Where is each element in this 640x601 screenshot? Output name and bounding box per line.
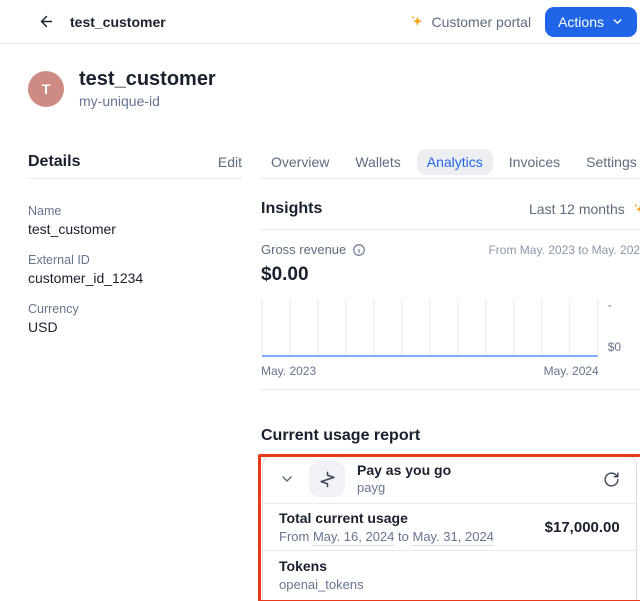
tab-analytics[interactable]: Analytics: [417, 149, 493, 175]
period-prefix: From: [279, 529, 309, 544]
edit-details-button[interactable]: Edit: [218, 154, 242, 170]
usage-item-row: Tokens openai_tokens: [263, 551, 636, 593]
chevron-down-icon: [611, 15, 624, 28]
field-label: External ID: [28, 252, 242, 268]
customer-portal-link[interactable]: Customer portal: [409, 14, 531, 30]
tab-invoices[interactable]: Invoices: [499, 149, 570, 175]
usage-report-card: Pay as you go payg Total cu: [262, 454, 637, 601]
refresh-icon: [603, 471, 620, 488]
pulse-icon: [319, 471, 336, 488]
chart-plot-area: [261, 298, 599, 358]
plan-code: payg: [357, 480, 451, 496]
usage-item-code: openai_tokens: [279, 577, 620, 593]
period-end-date[interactable]: May. 31, 2024: [412, 529, 493, 546]
chart-divider: [261, 389, 640, 390]
tabs-divider: [261, 178, 640, 179]
plan-icon-box: [309, 461, 345, 497]
period-joiner: to: [398, 529, 409, 544]
gross-revenue-chart: - $0: [261, 298, 640, 358]
detail-field-external-id: External ID customer_id_1234: [28, 252, 242, 287]
total-usage-label: Total current usage: [279, 510, 494, 527]
insights-divider: [261, 229, 640, 230]
page-title: test_customer: [70, 14, 166, 30]
tab-wallets[interactable]: Wallets: [345, 149, 410, 175]
chevron-down-icon: [279, 471, 295, 487]
customer-name: test_customer: [79, 68, 216, 90]
sparkle-icon: [409, 14, 424, 29]
actions-button-label: Actions: [558, 14, 604, 30]
sparkle-icon: [632, 202, 640, 217]
arrow-left-icon: [38, 13, 55, 30]
field-value: USD: [28, 319, 242, 336]
tab-overview[interactable]: Overview: [261, 149, 339, 175]
details-heading: Details: [28, 153, 80, 171]
x-axis-end-label: May. 2024: [544, 364, 599, 378]
customer-profile: T test_customer my-unique-id: [28, 68, 640, 110]
tab-settings[interactable]: Settings: [576, 149, 640, 175]
details-divider: [28, 178, 242, 179]
usage-report-heading: Current usage report: [261, 426, 640, 446]
tab-bar: Overview Wallets Analytics Invoices Sett…: [261, 148, 640, 176]
customer-portal-label: Customer portal: [431, 14, 531, 30]
avatar: T: [28, 71, 64, 107]
period-label: Last 12 months: [529, 201, 625, 217]
period-start-date[interactable]: May. 16, 2024: [313, 529, 394, 546]
insights-heading: Insights: [261, 200, 322, 218]
period-selector[interactable]: Last 12 months: [529, 201, 640, 217]
customer-external-id: my-unique-id: [79, 92, 216, 110]
refresh-button[interactable]: [602, 469, 622, 489]
y-axis-top-label: -: [608, 298, 640, 312]
chart-date-range: From May. 2023 to May. 2024: [488, 243, 640, 257]
field-label: Name: [28, 203, 242, 219]
collapse-toggle[interactable]: [277, 469, 297, 489]
field-value: customer_id_1234: [28, 270, 242, 287]
field-label: Currency: [28, 301, 242, 317]
actions-button[interactable]: Actions: [545, 7, 637, 37]
y-axis-bottom-label: $0: [608, 340, 640, 354]
main-panel: Overview Wallets Analytics Invoices Sett…: [261, 148, 640, 601]
usage-item-name: Tokens: [279, 558, 620, 575]
top-bar: test_customer Customer portal Actions: [0, 0, 640, 44]
gross-revenue-label: Gross revenue: [261, 242, 346, 257]
info-icon[interactable]: [352, 243, 366, 257]
gross-revenue-value: $0.00: [261, 263, 640, 287]
details-panel: Details Edit Name test_customer External…: [28, 148, 242, 601]
total-usage-period: From May. 16, 2024 to May. 31, 2024: [279, 529, 494, 545]
plan-name: Pay as you go: [357, 462, 451, 479]
back-button[interactable]: [36, 12, 56, 32]
detail-field-name: Name test_customer: [28, 203, 242, 238]
total-usage-value: $17,000.00: [545, 519, 620, 536]
field-value: test_customer: [28, 221, 242, 238]
detail-field-currency: Currency USD: [28, 301, 242, 336]
x-axis-start-label: May. 2023: [261, 364, 316, 378]
